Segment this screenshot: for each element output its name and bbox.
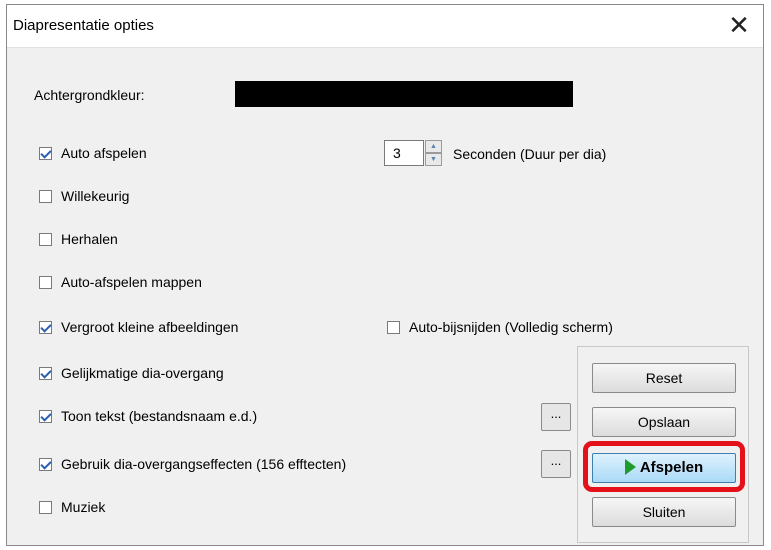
title-bar: Diapresentatie opties ✕ <box>7 5 763 48</box>
save-button[interactable]: Opslaan <box>592 407 736 437</box>
checkbox-label: Auto-afspelen mappen <box>61 274 202 290</box>
checkbox-music[interactable]: Muziek <box>39 498 105 516</box>
seconds-label: Seconden (Duur per dia) <box>453 146 607 162</box>
close-button[interactable]: Sluiten <box>592 497 736 527</box>
spinner-up-icon[interactable]: ▲ <box>425 140 442 153</box>
transition-options-button[interactable]: ... <box>541 450 571 478</box>
play-button-highlight <box>583 441 745 492</box>
checkbox-box[interactable] <box>387 320 400 334</box>
text-options-button[interactable]: ... <box>541 403 571 431</box>
background-color-label: Achtergrondkleur: <box>34 87 145 103</box>
seconds-input[interactable]: 3 <box>384 140 424 166</box>
checkbox-label: Gelijkmatige dia-overgang <box>61 365 224 381</box>
checkbox-box[interactable] <box>39 320 52 334</box>
checkbox-repeat[interactable]: Herhalen <box>39 230 118 248</box>
dialog-window: Diapresentatie opties ✕ Achtergrondkleur… <box>6 4 764 546</box>
close-icon[interactable]: ✕ <box>715 5 763 47</box>
reset-button[interactable]: Reset <box>592 363 736 393</box>
checkbox-box[interactable] <box>39 500 52 514</box>
checkbox-box[interactable] <box>39 457 52 471</box>
checkbox-box[interactable] <box>39 146 52 160</box>
checkbox-label: Herhalen <box>61 231 118 247</box>
checkbox-even-transition[interactable]: Gelijkmatige dia-overgang <box>39 364 224 382</box>
checkbox-show-text[interactable]: Toon tekst (bestandsnaam e.d.) <box>39 407 257 425</box>
checkbox-auto-play[interactable]: Auto afspelen <box>39 144 147 162</box>
checkbox-label: Gebruik dia-overgangseffecten (156 effte… <box>61 456 347 472</box>
checkbox-transition-effects[interactable]: Gebruik dia-overgangseffecten (156 effte… <box>39 455 346 473</box>
checkbox-auto-crop[interactable]: Auto-bijsnijden (Volledig scherm) <box>387 318 613 336</box>
checkbox-label: Muziek <box>61 499 106 515</box>
seconds-spinner[interactable]: 3 ▲ ▼ <box>384 140 444 166</box>
checkbox-random[interactable]: Willekeurig <box>39 187 129 205</box>
checkbox-box[interactable] <box>39 366 52 380</box>
checkbox-label: Auto-bijsnijden (Volledig scherm) <box>409 319 613 335</box>
dialog-title: Diapresentatie opties <box>13 17 154 34</box>
checkbox-enlarge-small-images[interactable]: Vergroot kleine afbeeldingen <box>39 318 238 336</box>
checkbox-label: Willekeurig <box>61 188 130 204</box>
checkbox-box[interactable] <box>39 232 52 246</box>
checkbox-label: Toon tekst (bestandsnaam e.d.) <box>61 408 258 424</box>
checkbox-label: Auto afspelen <box>61 145 147 161</box>
checkbox-box[interactable] <box>39 189 52 203</box>
background-color-swatch[interactable] <box>235 81 573 107</box>
checkbox-box[interactable] <box>39 409 52 423</box>
checkbox-box[interactable] <box>39 275 52 289</box>
spinner-down-icon[interactable]: ▼ <box>425 153 442 166</box>
checkbox-autoplay-folders[interactable]: Auto-afspelen mappen <box>39 273 202 291</box>
checkbox-label: Vergroot kleine afbeeldingen <box>61 319 239 335</box>
